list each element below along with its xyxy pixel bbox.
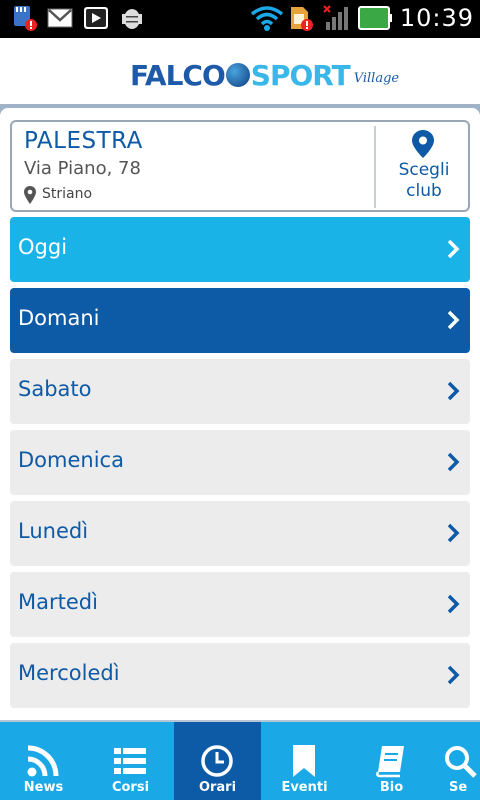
clock-icon — [201, 745, 233, 777]
day-row-martedi[interactable]: Martedì — [10, 572, 470, 637]
no-signal-icon — [322, 4, 350, 32]
android-debug-icon — [118, 4, 146, 32]
tab-bio[interactable]: Bio — [348, 722, 435, 800]
media-play-icon — [82, 4, 110, 32]
wifi-icon — [250, 4, 283, 32]
falco-sport-logo: FALCO SPORT Village — [130, 52, 399, 92]
day-row-domenica[interactable]: Domenica — [10, 430, 470, 495]
chevron-right-icon — [446, 523, 460, 543]
logo-ball-icon — [225, 63, 250, 87]
sd-card-alert-icon — [10, 4, 38, 32]
list-icon — [114, 748, 146, 774]
tab-orari[interactable]: Orari — [174, 722, 261, 800]
day-label: Lunedì — [18, 519, 89, 543]
logo-sport-text: SPORT — [250, 59, 351, 92]
tab-search[interactable]: Se — [435, 722, 480, 800]
tab-label: Orari — [198, 780, 237, 795]
tab-corsi[interactable]: Corsi — [87, 722, 174, 800]
choose-club-button[interactable]: Scegli club — [378, 122, 470, 210]
status-bar: 10:39 — [0, 0, 480, 38]
club-name: PALESTRA — [24, 128, 143, 154]
day-list: Oggi Domani Sabato Domenica Lunedì Marte… — [10, 217, 470, 714]
choose-club-label-line2: club — [406, 181, 442, 201]
tab-label: Bio — [379, 780, 404, 795]
chevron-right-icon — [446, 310, 460, 330]
day-label: Sabato — [18, 377, 92, 401]
club-address: Via Piano, 78 — [24, 158, 141, 179]
day-label: Domenica — [18, 448, 124, 472]
divider — [374, 126, 376, 208]
chevron-right-icon — [446, 452, 460, 472]
book-icon — [376, 746, 404, 778]
day-row-oggi[interactable]: Oggi — [10, 217, 470, 282]
chevron-right-icon — [446, 239, 460, 259]
choose-club-label-line1: Scegli — [398, 160, 450, 180]
day-row-domani[interactable]: Domani — [10, 288, 470, 353]
bookmark-icon — [293, 745, 315, 777]
club-city: Striano — [42, 186, 93, 202]
day-row-lunedi[interactable]: Lunedì — [10, 501, 470, 566]
tab-label: Se — [449, 780, 468, 795]
rss-icon — [27, 745, 59, 777]
day-row-mercoledi[interactable]: Mercoledì — [10, 643, 470, 708]
club-card: PALESTRA Via Piano, 78 Striano Scegli cl… — [10, 120, 470, 212]
tab-eventi[interactable]: Eventi — [261, 722, 348, 800]
logo-village-text: Village — [353, 71, 400, 86]
app-header: FALCO SPORT Village — [0, 38, 480, 104]
choose-club-label: Scegli club — [378, 160, 470, 202]
chevron-right-icon — [446, 381, 460, 401]
chevron-right-icon — [446, 665, 460, 685]
battery-icon — [357, 4, 392, 32]
sim-alert-icon — [286, 4, 314, 32]
logo-falco-text: FALCO — [130, 59, 226, 92]
map-pin-icon — [412, 130, 434, 158]
tab-news[interactable]: News — [0, 722, 87, 800]
day-row-sabato[interactable]: Sabato — [10, 359, 470, 424]
status-bar-system: 10:39 — [250, 4, 474, 32]
gmail-icon — [46, 4, 74, 32]
day-label: Oggi — [18, 235, 68, 259]
tab-label: News — [23, 780, 64, 795]
day-label: Mercoledì — [18, 661, 120, 685]
bottom-tab-bar: News Corsi Orari Eventi Bio Se — [0, 722, 480, 800]
clock-time: 10:39 — [399, 4, 474, 32]
search-icon — [445, 746, 477, 778]
day-label: Domani — [18, 306, 100, 330]
day-label: Martedì — [18, 590, 98, 614]
tab-label: Corsi — [111, 780, 150, 795]
tab-label: Eventi — [281, 780, 328, 795]
location-pin-icon — [24, 186, 36, 204]
chevron-right-icon — [446, 594, 460, 614]
status-bar-notifications — [10, 4, 146, 32]
